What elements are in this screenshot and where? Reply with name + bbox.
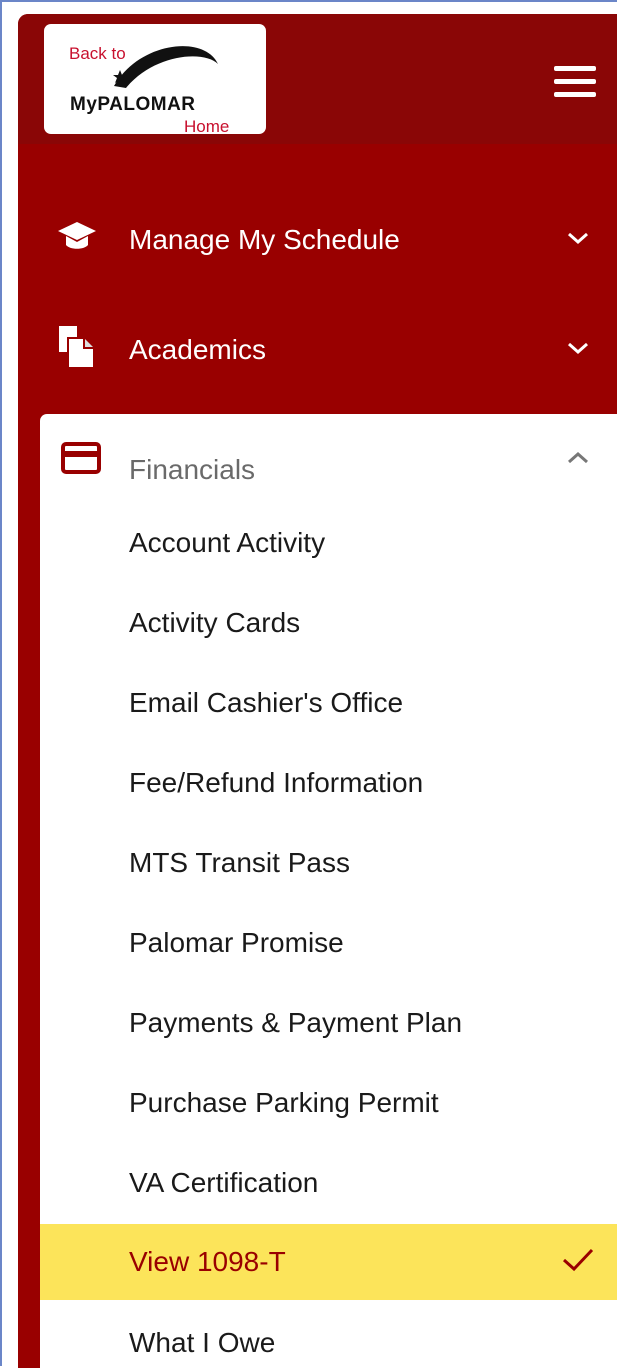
checkmark-icon (562, 1248, 594, 1272)
submenu-label: Email Cashier's Office (129, 687, 404, 718)
submenu-label: Fee/Refund Information (129, 767, 424, 798)
logo-brand: MyPALOMAR (70, 94, 196, 115)
submenu-label: VA Certification (129, 1167, 319, 1198)
financials-panel: Financials Account Activity Activity Car… (40, 414, 617, 1368)
logo-swoosh-icon (113, 46, 218, 88)
chevron-down-icon (568, 342, 588, 355)
window-frame: Back to MyPALOMAR Home Manage My Schedul… (0, 0, 617, 1368)
nav-label: Financials (129, 454, 256, 485)
submenu-label: View 1098-T (129, 1246, 286, 1277)
submenu-label: What I Owe (129, 1327, 276, 1358)
nav-item-academics[interactable]: Academics (18, 298, 617, 398)
submenu-item-email-cashiers-office[interactable]: Email Cashier's Office (40, 665, 617, 741)
submenu-item-mts-transit-pass[interactable]: MTS Transit Pass (40, 825, 617, 901)
submenu-item-view-1098-t[interactable]: View 1098-T (40, 1224, 617, 1300)
submenu-item-palomar-promise[interactable]: Palomar Promise (40, 905, 617, 981)
back-to-mypalomar-home-logo[interactable]: Back to MyPALOMAR Home (44, 24, 266, 136)
documents-icon (59, 326, 95, 369)
submenu-item-what-i-owe[interactable]: What I Owe (40, 1305, 617, 1368)
logo-line1: Back to (69, 44, 126, 63)
chevron-up-icon (568, 451, 588, 464)
nav-item-financials[interactable]: Financials (40, 414, 617, 504)
submenu-label: Payments & Payment Plan (129, 1007, 463, 1038)
graduation-cap-icon (58, 222, 96, 249)
submenu-label: Activity Cards (129, 607, 301, 638)
submenu-label: Purchase Parking Permit (129, 1087, 439, 1118)
logo-line3: Home (184, 117, 230, 136)
submenu-item-payments-payment-plan[interactable]: Payments & Payment Plan (40, 985, 617, 1061)
nav-item-manage-my-schedule[interactable]: Manage My Schedule (18, 188, 617, 288)
credit-card-icon (61, 442, 101, 474)
submenu-item-purchase-parking-permit[interactable]: Purchase Parking Permit (40, 1065, 617, 1141)
submenu-item-va-certification[interactable]: VA Certification (40, 1145, 617, 1221)
submenu-label: Palomar Promise (129, 927, 344, 958)
submenu-item-fee-refund-information[interactable]: Fee/Refund Information (40, 745, 617, 821)
nav-label: Manage My Schedule (129, 224, 400, 255)
sidebar: Back to MyPALOMAR Home Manage My Schedul… (18, 14, 617, 1368)
hamburger-menu-icon[interactable] (554, 66, 596, 98)
submenu-label: MTS Transit Pass (129, 847, 350, 878)
submenu-item-account-activity[interactable]: Account Activity (40, 505, 617, 581)
sidebar-header: Back to MyPALOMAR Home (18, 14, 617, 144)
nav-label: Academics (129, 334, 266, 365)
submenu-label: Account Activity (129, 527, 326, 558)
submenu-item-activity-cards[interactable]: Activity Cards (40, 585, 617, 661)
chevron-down-icon (568, 232, 588, 245)
